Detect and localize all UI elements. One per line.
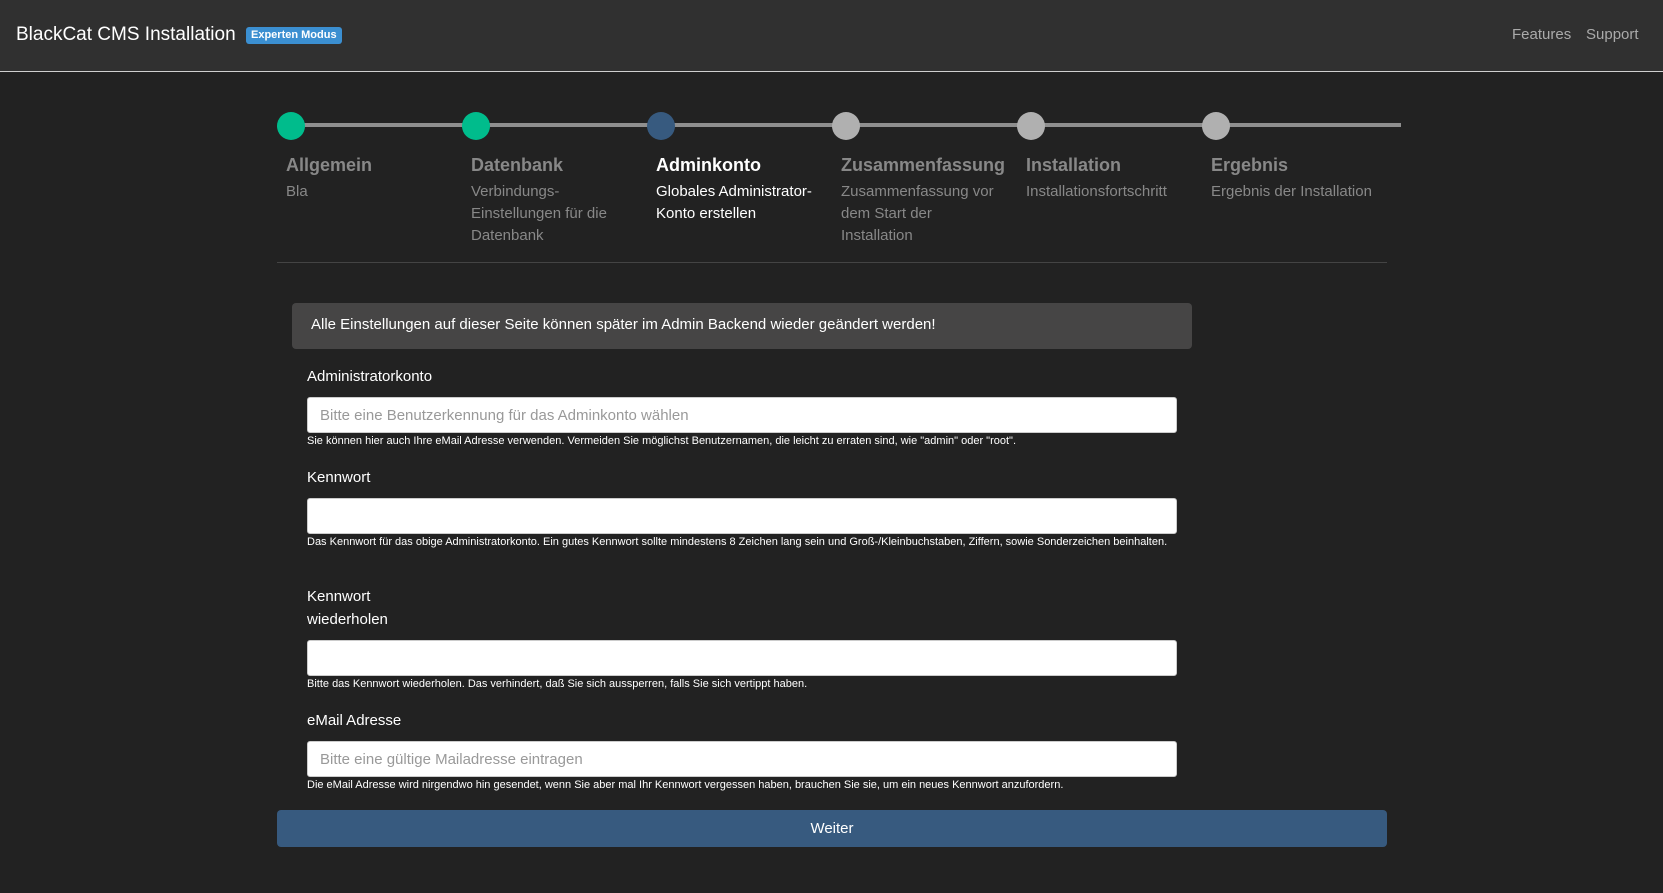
- info-alert: Alle Einstellungen auf dieser Seite könn…: [292, 303, 1192, 349]
- email-help: Die eMail Adresse wird nirgendwo hin ges…: [307, 779, 1064, 791]
- password-repeat-help: Bitte das Kennwort wiederholen. Das verh…: [307, 678, 808, 690]
- step-desc-installation: Installationsfortschritt: [1026, 183, 1167, 200]
- step-dot-ergebnis: [1202, 112, 1230, 140]
- email-input[interactable]: [307, 741, 1177, 777]
- step-title-datenbank: Datenbank: [471, 155, 564, 175]
- admin-account-label: Administratorkonto: [307, 368, 433, 385]
- admin-account-input[interactable]: [307, 397, 1177, 433]
- password-input[interactable]: [307, 498, 1177, 534]
- step-title-allgemein: Allgemein: [286, 155, 373, 175]
- step-desc-adminkonto: Globales Administrator-Konto erstellen: [656, 183, 812, 222]
- admin-account-help: Sie können hier auch Ihre eMail Adresse …: [307, 435, 1017, 447]
- install-stepper: Allgemein Bla Datenbank Verbindungs-Eins…: [0, 0, 1663, 270]
- password-repeat-label: Kennwort wiederholen: [307, 585, 388, 631]
- step-desc-datenbank: Verbindungs-Einstellungen für die Datenb…: [471, 183, 607, 244]
- password-repeat-label-line1: Kennwort: [307, 588, 371, 605]
- password-repeat-input[interactable]: [307, 640, 1177, 676]
- step-dot-zusammenfassung: [832, 112, 860, 140]
- step-title-adminkonto: Adminkonto: [656, 155, 761, 175]
- step-desc-ergebnis: Ergebnis der Installation: [1211, 183, 1372, 200]
- step-dot-datenbank: [462, 112, 490, 140]
- step-dot-allgemein: [277, 112, 305, 140]
- step-desc-zusammenfassung: Zusammenfassung vor dem Start der Instal…: [841, 183, 994, 244]
- step-title-zusammenfassung: Zusammenfassung: [841, 155, 1006, 175]
- stepper-divider: [277, 262, 1387, 263]
- password-label: Kennwort: [307, 469, 371, 486]
- password-help: Das Kennwort für das obige Administrator…: [307, 536, 1168, 548]
- next-button[interactable]: Weiter: [277, 810, 1387, 847]
- step-dot-adminkonto: [647, 112, 675, 140]
- step-dot-installation: [1017, 112, 1045, 140]
- step-desc-allgemein: Bla: [286, 183, 308, 200]
- email-label: eMail Adresse: [307, 712, 402, 729]
- password-repeat-label-line2: wiederholen: [307, 611, 388, 628]
- step-title-installation: Installation: [1026, 155, 1122, 175]
- step-title-ergebnis: Ergebnis: [1211, 155, 1289, 175]
